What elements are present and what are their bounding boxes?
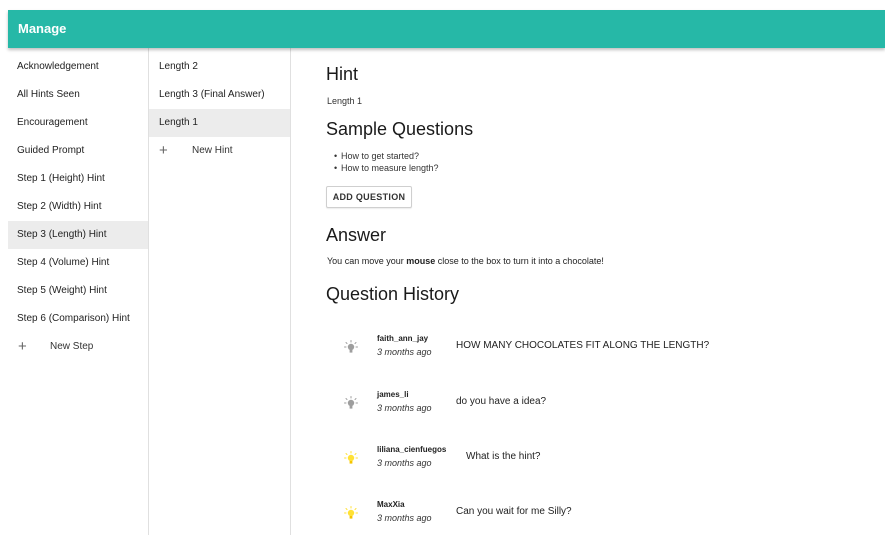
step-item-step-2[interactable]: Step 2 (Width) Hint [8,193,148,221]
app-title: Manage [18,21,67,36]
step-item-encouragement[interactable]: Encouragement [8,109,148,137]
answer-text-bold: mouse [406,256,436,266]
history-item: MaxXia 3 months ago Can you wait for me … [336,500,856,535]
plus-icon: + [159,142,168,159]
hint-item-length-1[interactable]: Length 1 [149,109,290,137]
history-username: faith_ann_jay [377,334,429,343]
add-question-button[interactable]: ADD QUESTION [326,186,412,208]
hint-item-length-3[interactable]: Length 3 (Final Answer) [149,81,290,109]
lightbulb-icon [344,340,358,353]
new-step-button[interactable]: + New Step [8,333,148,361]
new-step-label: New Step [50,341,94,352]
app-header: Manage [8,10,885,48]
step-item-acknowledgement[interactable]: Acknowledgement [8,53,148,81]
history-timestamp: 3 months ago [377,347,432,357]
hint-detail: Hint Length 1 Sample Questions How to ge… [291,48,885,535]
hints-list: Length 2 Length 3 (Final Answer) Length … [149,48,291,535]
history-message: Can you wait for me Silly? [456,506,572,517]
history-item: liliana_cienfuegos 3 months ago What is … [336,445,856,485]
sample-question: How to get started? [334,150,439,162]
lightbulb-icon [344,506,358,519]
history-message: What is the hint? [466,451,541,462]
step-item-step-4[interactable]: Step 4 (Volume) Hint [8,249,148,277]
lightbulb-icon [344,451,358,464]
history-message: do you have a idea? [456,396,547,407]
step-item-guided-prompt[interactable]: Guided Prompt [8,137,148,165]
sample-question: How to measure length? [334,162,439,174]
history-item: faith_ann_jay 3 months ago HOW MANY CHOC… [336,334,856,374]
plus-icon: + [18,338,27,355]
sample-questions-list: How to get started? How to measure lengt… [334,150,439,174]
step-item-step-6[interactable]: Step 6 (Comparison) Hint [8,305,148,333]
history-timestamp: 3 months ago [377,403,432,413]
new-hint-label: New Hint [192,145,233,156]
answer-text-end: close to the box to turn it into a choco… [435,256,604,266]
step-item-step-5[interactable]: Step 5 (Weight) Hint [8,277,148,305]
history-username: MaxXia [377,500,405,509]
lightbulb-icon [344,396,358,409]
question-history-heading: Question History [326,284,460,304]
step-item-step-1[interactable]: Step 1 (Height) Hint [8,165,148,193]
history-message: HOW MANY CHOCOLATES FIT ALONG THE LENGTH… [456,340,710,351]
answer-text: You can move your mouse close to the box… [327,256,604,266]
step-item-step-3[interactable]: Step 3 (Length) Hint [8,221,148,249]
hint-item-length-2[interactable]: Length 2 [149,53,290,81]
sample-questions-heading: Sample Questions [326,119,474,139]
new-hint-button[interactable]: + New Hint [149,137,290,165]
history-timestamp: 3 months ago [377,458,432,468]
answer-heading: Answer [326,225,387,245]
hint-heading: Hint [326,64,359,84]
history-username: james_li [377,390,409,399]
steps-list: Acknowledgement All Hints Seen Encourage… [8,48,149,535]
history-item: james_li 3 months ago do you have a idea… [336,390,856,430]
history-username: liliana_cienfuegos [377,445,447,454]
answer-text-start: You can move your [327,256,407,266]
history-timestamp: 3 months ago [377,513,432,523]
hint-name: Length 1 [327,96,363,106]
step-item-all-hints-seen[interactable]: All Hints Seen [8,81,148,109]
